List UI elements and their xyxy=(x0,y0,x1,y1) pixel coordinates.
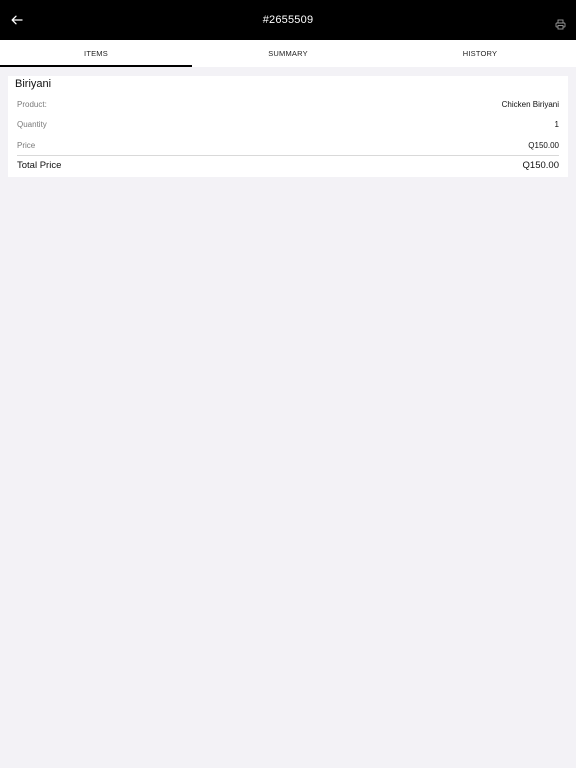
print-button[interactable] xyxy=(553,17,567,31)
tab-items[interactable]: ITEMS xyxy=(0,40,192,67)
item-card: Biriyani Product: Chicken Biriyani Quant… xyxy=(8,76,568,177)
tab-summary[interactable]: SUMMARY xyxy=(192,40,384,67)
total-label: Total Price xyxy=(17,159,62,171)
tab-history[interactable]: HISTORY xyxy=(384,40,576,67)
price-row: Price Q150.00 xyxy=(17,137,559,153)
price-value: Q150.00 xyxy=(528,140,559,150)
item-name: Biriyani xyxy=(15,78,52,90)
quantity-label: Quantity xyxy=(17,119,47,129)
divider xyxy=(17,155,559,156)
product-label: Product: xyxy=(17,99,47,109)
total-row: Total Price Q150.00 xyxy=(17,157,559,173)
product-value: Chicken Biriyani xyxy=(501,99,559,109)
tab-bar: ITEMS SUMMARY HISTORY xyxy=(0,40,576,67)
quantity-row: Quantity 1 xyxy=(17,116,559,132)
printer-icon xyxy=(555,19,565,29)
total-value: Q150.00 xyxy=(522,159,559,171)
product-row: Product: Chicken Biriyani xyxy=(17,96,559,112)
order-title: #2655509 xyxy=(262,14,314,26)
quantity-value: 1 xyxy=(554,119,559,129)
top-bar: #2655509 xyxy=(0,0,576,40)
price-label: Price xyxy=(17,140,36,150)
